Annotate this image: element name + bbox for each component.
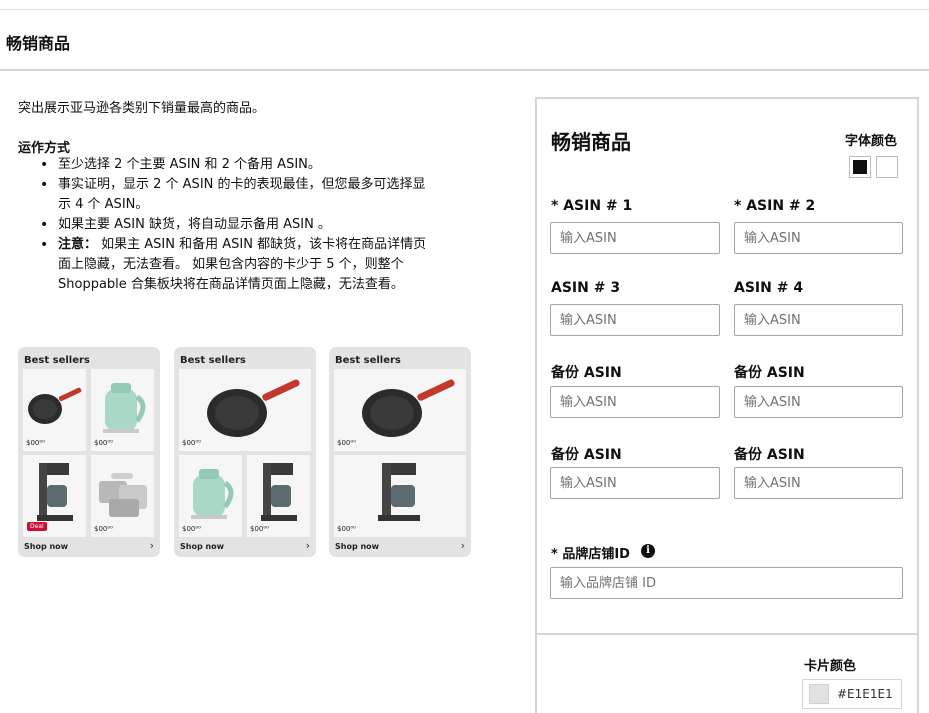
deal-badge: Deal: [27, 522, 47, 531]
coffee-maker-icon: [261, 463, 297, 521]
product-price: $00⁰⁰: [250, 525, 269, 533]
frying-pan-icon: [207, 379, 300, 437]
card-color-swatch: [809, 684, 829, 704]
preview-card-three-products: Best sellers $00⁰⁰ $00⁰⁰ $00⁰⁰ Shop now …: [174, 347, 316, 557]
asin-4-label: ASIN # 4: [734, 280, 804, 296]
product-price: $00⁰⁰: [182, 439, 201, 447]
backup-asin-4-label: 备份 ASIN: [734, 447, 805, 463]
card-color-picker[interactable]: #E1E1E1: [802, 679, 902, 709]
shop-now-link[interactable]: Shop now: [180, 542, 224, 551]
preview-card-four-products: Best sellers $00⁰⁰ $00⁰⁰ Deal $00⁰⁰ Shop…: [18, 347, 160, 557]
asin-1-label: * ASIN # 1: [551, 198, 633, 214]
chevron-right-icon: ›: [149, 539, 154, 552]
asin-4-input[interactable]: [734, 304, 903, 336]
brand-store-label: * 品牌店铺ID: [551, 547, 630, 562]
backup-asin-3-label: 备份 ASIN: [551, 447, 622, 463]
product-tile-pan: $00⁰⁰: [334, 369, 466, 451]
panel-title: 畅销商品: [551, 130, 631, 154]
product-price: $00⁰⁰: [26, 439, 45, 447]
font-color-label: 字体颜色: [845, 134, 898, 149]
chevron-right-icon: ›: [305, 539, 310, 552]
product-tile-coffee-maker: Deal: [23, 455, 86, 537]
list-item: 事实证明，显示 2 个 ASIN 的卡的表现最佳，但您最多可选择显示 4 个 A…: [40, 175, 430, 215]
card-color-value: #E1E1E1: [837, 687, 893, 701]
backup-asin-4-input[interactable]: [734, 467, 903, 499]
list-item: 如果主要 ASIN 缺货，将自动显示备用 ASIN 。: [40, 215, 430, 235]
product-tile-coffee-maker: $00⁰⁰: [334, 455, 466, 537]
frying-pan-icon: [28, 387, 82, 424]
product-price: $00⁰⁰: [337, 525, 356, 533]
asin-3-input[interactable]: [550, 304, 720, 336]
kettle-icon: [191, 469, 234, 519]
preview-card-title: Best sellers: [180, 355, 246, 366]
font-color-black-swatch[interactable]: [849, 156, 871, 178]
brand-store-input[interactable]: [550, 567, 903, 599]
product-tile-kettle: $00⁰⁰: [179, 455, 242, 537]
product-price: $00⁰⁰: [94, 525, 113, 533]
how-it-works-list: 至少选择 2 个主要 ASIN 和 2 个备用 ASIN。 事实证明，显示 2 …: [40, 155, 430, 295]
preview-card-title: Best sellers: [335, 355, 401, 366]
backup-asin-2-input[interactable]: [734, 386, 903, 418]
top-border: [0, 9, 929, 10]
product-tile-cookware: $00⁰⁰: [91, 455, 154, 537]
coffee-maker-icon: [37, 463, 73, 521]
asin-2-label: * ASIN # 2: [734, 198, 816, 214]
intro-text: 突出展示亚马逊各类别下销量最高的商品。: [18, 101, 266, 116]
preview-card-two-products: Best sellers $00⁰⁰ $00⁰⁰ Shop now ›: [329, 347, 471, 557]
backup-asin-3-input[interactable]: [550, 467, 720, 499]
asin-2-input[interactable]: [734, 222, 903, 254]
product-tile-pan: $00⁰⁰: [23, 369, 86, 451]
list-item: 注意： 如果主 ASIN 和备用 ASIN 都缺货，该卡将在商品详情页面上隐藏，…: [40, 235, 430, 295]
header-divider: [0, 69, 929, 71]
chevron-right-icon: ›: [460, 539, 465, 552]
preview-card-title: Best sellers: [24, 355, 90, 366]
coffee-maker-icon: [378, 463, 420, 521]
cookware-set-icon: [99, 473, 147, 517]
shop-now-link[interactable]: Shop now: [335, 542, 379, 551]
product-price: $00⁰⁰: [182, 525, 201, 533]
asin-1-input[interactable]: [550, 222, 720, 254]
card-color-label: 卡片颜色: [804, 659, 857, 674]
info-icon[interactable]: i: [641, 544, 655, 558]
panel-divider: [535, 633, 919, 635]
product-price: $00⁰⁰: [337, 439, 356, 447]
frying-pan-icon: [362, 379, 455, 437]
product-price: $00⁰⁰: [94, 439, 113, 447]
how-it-works-title: 运作方式: [18, 141, 71, 156]
product-tile-kettle: $00⁰⁰: [91, 369, 154, 451]
backup-asin-1-label: 备份 ASIN: [551, 365, 622, 381]
kettle-icon: [103, 383, 146, 433]
list-item: 至少选择 2 个主要 ASIN 和 2 个备用 ASIN。: [40, 155, 430, 175]
product-tile-coffee-maker: $00⁰⁰: [247, 455, 310, 537]
backup-asin-1-input[interactable]: [550, 386, 720, 418]
note-label: 注意：: [58, 237, 98, 252]
font-color-white-swatch[interactable]: [876, 156, 898, 178]
page-title: 畅销商品: [6, 34, 71, 53]
asin-3-label: ASIN # 3: [551, 280, 621, 296]
shop-now-link[interactable]: Shop now: [24, 542, 68, 551]
product-tile-pan: $00⁰⁰: [179, 369, 311, 451]
backup-asin-2-label: 备份 ASIN: [734, 365, 805, 381]
